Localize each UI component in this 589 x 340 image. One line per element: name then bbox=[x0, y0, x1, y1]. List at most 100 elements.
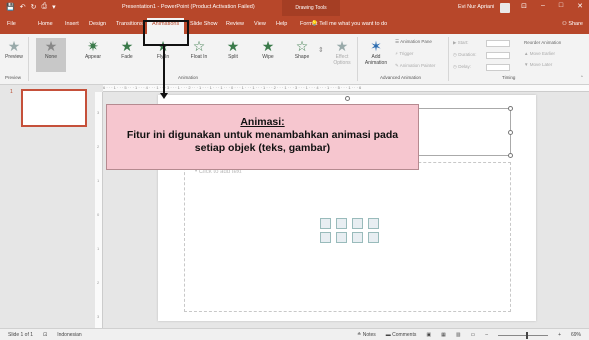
spellcheck-icon[interactable]: ⊡ bbox=[43, 332, 47, 338]
video-icon[interactable] bbox=[352, 232, 363, 243]
tell-me-search[interactable]: 💡 Tell me what you want to do bbox=[311, 21, 387, 27]
resize-handle[interactable] bbox=[508, 130, 513, 135]
effect-options-label: Effect Options bbox=[333, 54, 351, 66]
animation-pane-button[interactable]: ☰ Animation Pane bbox=[395, 39, 432, 45]
title-bar: 💾 ↶ ↻ ⎙ ▾ Presentation1 - PowerPoint (Pr… bbox=[0, 0, 589, 16]
resize-handle[interactable] bbox=[508, 153, 513, 158]
notes-icon: ≙ bbox=[357, 332, 362, 338]
duration-stepper[interactable] bbox=[486, 52, 510, 59]
maximize-icon[interactable]: □ bbox=[559, 2, 563, 10]
reading-view-icon[interactable]: ▥ bbox=[456, 332, 461, 338]
move-earlier-label: Move Earlier bbox=[529, 51, 555, 56]
minimize-icon[interactable]: – bbox=[541, 2, 545, 10]
avatar[interactable] bbox=[500, 3, 510, 13]
effect-options-button[interactable]: ★ Effect Options bbox=[330, 38, 354, 66]
user-name[interactable]: Evi Nur Apriani bbox=[458, 4, 494, 10]
callout-heading: Animasi: bbox=[240, 116, 285, 128]
zoom-level[interactable]: 69% bbox=[571, 332, 581, 338]
zoom-slider-thumb[interactable] bbox=[526, 331, 529, 339]
delay-field[interactable]: ◷ Delay: bbox=[453, 64, 471, 70]
delay-stepper[interactable] bbox=[486, 64, 510, 71]
gallery-scroll-icon[interactable]: ⇕ bbox=[318, 46, 324, 54]
tab-transitions[interactable]: Transitions bbox=[116, 21, 143, 27]
duration-field[interactable]: ◷ Duration: bbox=[453, 52, 476, 58]
ribbon-tabs: File Home Insert Design Transitions Anim… bbox=[0, 16, 589, 34]
save-icon[interactable]: 💾 bbox=[6, 3, 15, 11]
preview-button[interactable]: ★ Preview bbox=[2, 38, 26, 60]
start-field[interactable]: ▶ Start: bbox=[453, 40, 469, 46]
rotate-handle[interactable] bbox=[345, 96, 350, 101]
horizontal-ruler: 6 · · · 1 · · · 5 · · · 1 · · · 4 · · · … bbox=[103, 85, 589, 92]
ribbon-display-icon[interactable]: ⊡ bbox=[521, 2, 527, 10]
table-icon[interactable] bbox=[320, 218, 331, 229]
zoom-slider[interactable] bbox=[498, 331, 549, 339]
divider bbox=[357, 37, 358, 81]
add-animation-label: Add Animation bbox=[364, 54, 388, 66]
tab-insert[interactable]: Insert bbox=[65, 21, 79, 27]
animation-wipe[interactable]: ★ Wipe bbox=[253, 38, 283, 60]
normal-view-icon[interactable]: ▣ bbox=[426, 332, 431, 338]
preview-label: Preview bbox=[5, 54, 23, 60]
animation-label: None bbox=[45, 54, 57, 60]
comments-label: Comments bbox=[392, 332, 417, 338]
animation-fade[interactable]: ★ Fade bbox=[112, 38, 142, 60]
annotation-arrow-head bbox=[160, 93, 168, 99]
ruler-mark: 1 bbox=[97, 178, 100, 183]
callout-body: Fitur ini digunakan untuk menambahkan an… bbox=[126, 129, 399, 154]
share-button[interactable]: ⚇ Share bbox=[562, 21, 583, 27]
move-later-button[interactable]: ▼ Move Later bbox=[524, 62, 552, 67]
customize-icon[interactable]: ▾ bbox=[52, 3, 56, 11]
animation-label: Wipe bbox=[262, 54, 274, 60]
tab-design[interactable]: Design bbox=[89, 21, 106, 27]
animation-label: Fade bbox=[121, 54, 133, 60]
slideshow-icon[interactable]: ▭ bbox=[471, 332, 476, 338]
close-icon[interactable]: ✕ bbox=[577, 2, 583, 10]
animation-label: Appear bbox=[84, 54, 102, 60]
zoom-out-icon[interactable]: – bbox=[485, 332, 488, 338]
redo-icon[interactable]: ↻ bbox=[31, 3, 37, 11]
annotation-callout: Animasi: Fitur ini digunakan untuk menam… bbox=[106, 104, 419, 170]
animation-pane-label: Animation Pane bbox=[400, 39, 432, 44]
add-animation-button[interactable]: ✶ Add Animation bbox=[360, 38, 392, 66]
slide-thumbnail[interactable] bbox=[21, 89, 87, 127]
icons-icon[interactable] bbox=[368, 232, 379, 243]
notes-button[interactable]: ≙ Notes bbox=[357, 332, 376, 338]
tab-file[interactable]: File bbox=[7, 21, 16, 27]
reorder-animation-label: Reorder Animation bbox=[524, 40, 562, 45]
ruler-mark: 2 bbox=[97, 280, 100, 285]
tab-review[interactable]: Review bbox=[226, 21, 244, 27]
online-picture-icon[interactable] bbox=[336, 232, 347, 243]
tab-help[interactable]: Help bbox=[276, 21, 287, 27]
clock-icon: ◷ bbox=[453, 64, 457, 69]
tab-view[interactable]: View bbox=[254, 21, 266, 27]
3d-model-icon[interactable] bbox=[368, 218, 379, 229]
chart-icon[interactable] bbox=[336, 218, 347, 229]
animation-appear[interactable]: ✷ Appear bbox=[78, 38, 108, 60]
add-animation-icon: ✶ bbox=[370, 38, 382, 54]
slide-sorter-icon[interactable]: ▦ bbox=[441, 332, 446, 338]
star-appear-icon: ✷ bbox=[87, 38, 99, 54]
animation-split[interactable]: ★ Split bbox=[218, 38, 248, 60]
comments-button[interactable]: ▬ Comments bbox=[386, 332, 417, 338]
star-wipe-icon: ★ bbox=[261, 38, 275, 54]
drawing-tools-context: Drawing Tools bbox=[282, 0, 340, 16]
undo-icon[interactable]: ↶ bbox=[20, 3, 26, 11]
picture-icon[interactable] bbox=[320, 232, 331, 243]
trigger-button[interactable]: ⚡ Trigger bbox=[395, 51, 413, 57]
start-dropdown[interactable] bbox=[486, 40, 510, 47]
animation-none[interactable]: ★ None bbox=[36, 38, 66, 72]
animation-painter-button[interactable]: ✎ Animation Painter bbox=[395, 63, 435, 69]
tab-slide-show[interactable]: Slide Show bbox=[190, 21, 218, 27]
resize-handle[interactable] bbox=[508, 106, 513, 111]
duration-label: Duration: bbox=[458, 52, 477, 57]
animation-shape[interactable]: ☆ Shape bbox=[287, 38, 317, 60]
content-placeholder[interactable]: • Click to add text bbox=[184, 162, 511, 312]
present-icon[interactable]: ⎙ bbox=[41, 3, 47, 11]
share-icon: ⚇ bbox=[561, 21, 567, 27]
language[interactable]: Indonesian bbox=[57, 332, 81, 338]
move-earlier-button[interactable]: ▲ Move Earlier bbox=[524, 51, 555, 56]
smartart-icon[interactable] bbox=[352, 218, 363, 229]
zoom-in-icon[interactable]: + bbox=[558, 332, 561, 338]
tab-home[interactable]: Home bbox=[38, 21, 53, 27]
collapse-ribbon-icon[interactable]: ⌃ bbox=[580, 75, 584, 81]
